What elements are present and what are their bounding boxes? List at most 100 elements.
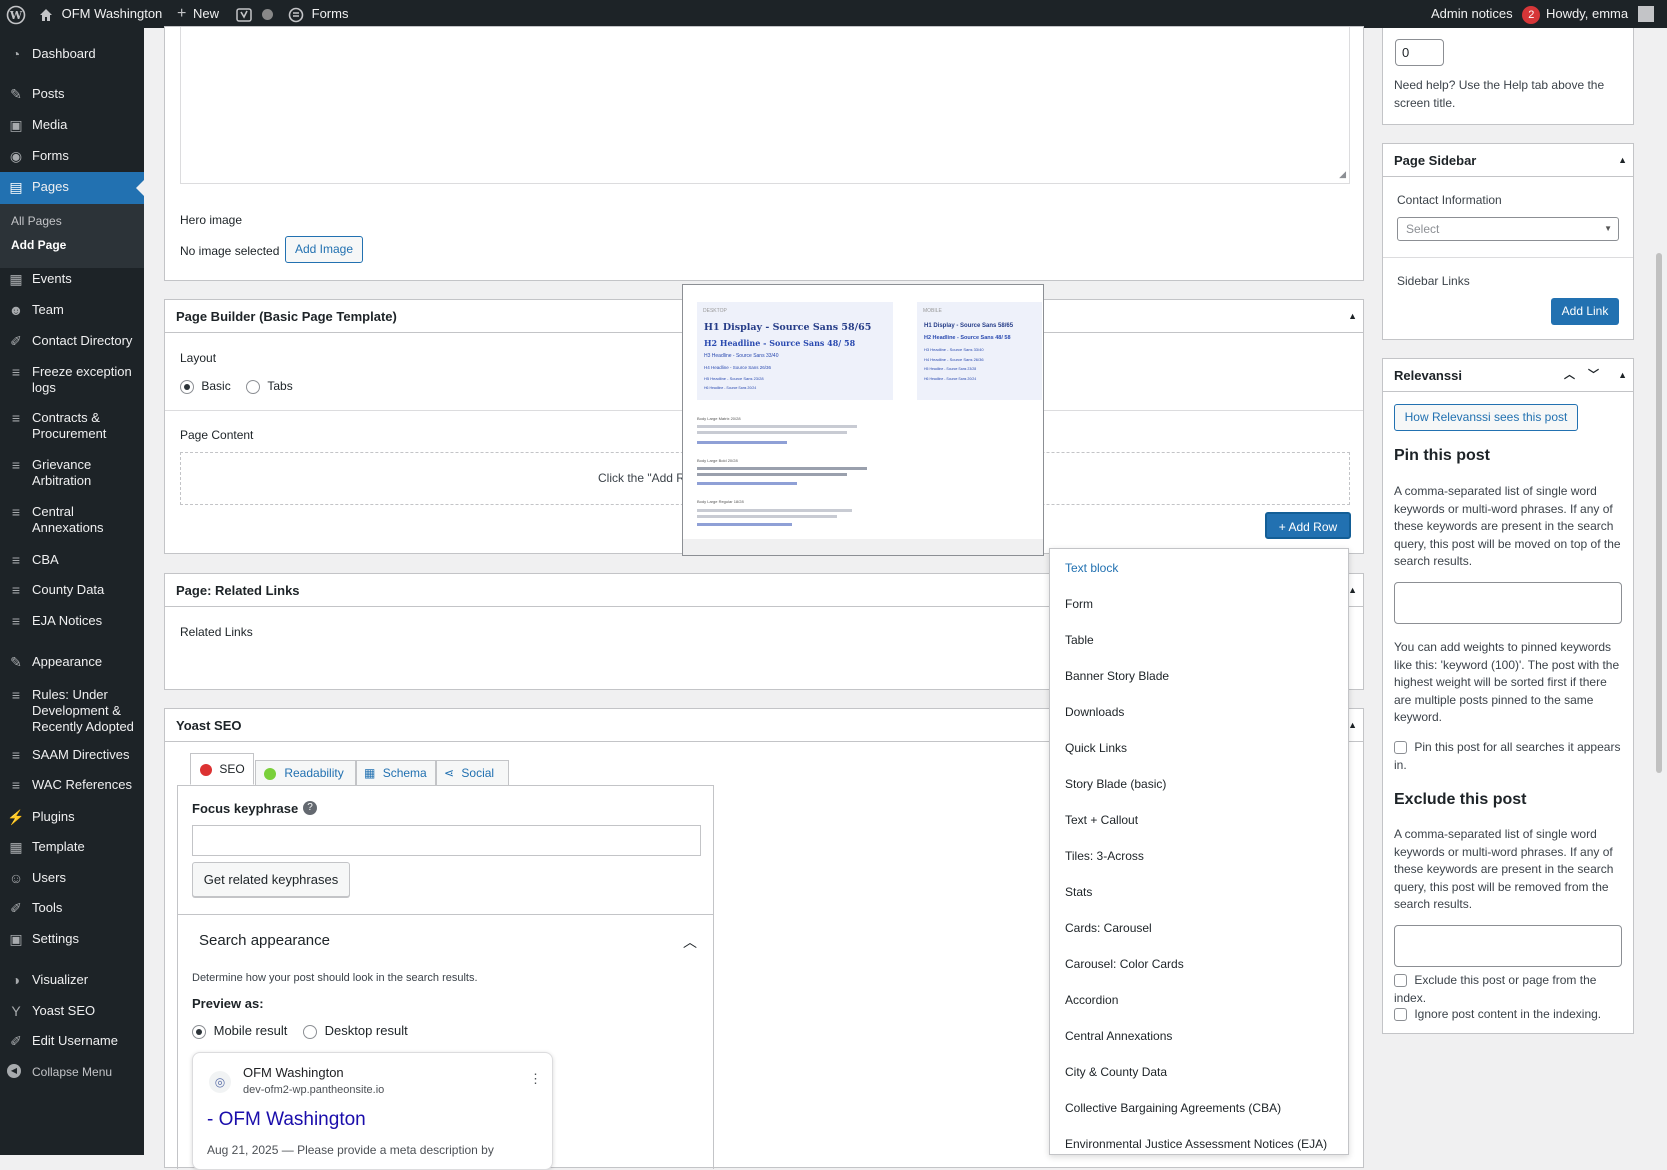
more-icon[interactable]: ⋮ — [529, 1071, 542, 1087]
weights-description: You can add weights to pinned keywords l… — [1394, 640, 1620, 724]
ignore-content-checkbox[interactable] — [1394, 1008, 1407, 1022]
collapse-arrow-icon[interactable]: ▲ — [1348, 300, 1357, 333]
row-preview-popup: DESKTOP H1 Display - Source Sans 58/65 H… — [682, 284, 1044, 556]
tab-social[interactable]: ⋖ Social — [436, 760, 509, 786]
mobile-result-option[interactable]: Mobile result — [192, 1023, 287, 1039]
forms-adminbar-link[interactable]: Forms — [288, 0, 348, 28]
seo-status-icon — [200, 763, 212, 776]
tab-schema[interactable]: ▦ Schema — [356, 760, 436, 786]
search-appearance-description: Determine how your post should look in t… — [192, 972, 478, 984]
preview-h4: H4 Headline - Source Sans 26/36 — [704, 365, 772, 370]
order-input[interactable]: 0 — [1395, 39, 1444, 66]
site-name-link[interactable]: OFM Washington — [38, 0, 162, 28]
row-type-option[interactable]: Story Blade (basic) — [1065, 777, 1166, 791]
search-appearance-heading[interactable]: Search appearance — [199, 932, 330, 949]
row-type-option[interactable]: Tiles: 3-Across — [1065, 849, 1144, 863]
editor-textarea[interactable]: ◢ — [180, 27, 1350, 184]
relevanssi-header[interactable]: Relevanssi ︿ ﹀ ▲ — [1383, 359, 1633, 392]
layout-tabs-option[interactable]: Tabs — [246, 379, 293, 394]
how-relevanssi-sees-button[interactable]: How Relevanssi sees this post — [1394, 404, 1578, 431]
wrench-icon: ✐ — [10, 900, 22, 916]
tab-seo[interactable]: SEO — [190, 753, 254, 785]
desktop-result-option[interactable]: Desktop result — [303, 1023, 408, 1039]
yoast-title: Yoast SEO — [176, 718, 242, 733]
row-type-option[interactable]: Carousel: Color Cards — [1065, 957, 1184, 971]
page-sidebar-header[interactable]: Page Sidebar ▲ — [1383, 144, 1633, 177]
menu-item-label: Edit Username — [32, 1033, 118, 1048]
admin-notices-link[interactable]: Admin notices 2 — [1431, 0, 1541, 28]
database-icon: ≡ — [11, 410, 21, 426]
row-type-option[interactable]: Environmental Justice Assessment Notices… — [1065, 1137, 1327, 1151]
menu-item-label: Dashboard — [32, 46, 96, 61]
collapse-arrow-icon[interactable]: ▲ — [1618, 359, 1627, 392]
move-up-icon[interactable]: ︿ — [1564, 359, 1575, 392]
focus-keyphrase-input[interactable] — [192, 825, 701, 856]
row-type-option[interactable]: Text block — [1065, 561, 1118, 575]
collapse-arrow-icon[interactable]: ▲ — [1348, 709, 1357, 742]
add-image-button[interactable]: Add Image — [285, 236, 363, 263]
scrollbar-thumb[interactable] — [1656, 253, 1662, 773]
tab-readability[interactable]: Readability — [255, 760, 356, 786]
menu-item-label: Grievance Arbitration — [32, 457, 92, 488]
add-link-button[interactable]: Add Link — [1551, 298, 1619, 325]
menu-item-pages[interactable]: ▤ Pages — [0, 172, 144, 204]
scrollbar-track[interactable] — [1651, 28, 1667, 1155]
pin-all-option[interactable]: Pin this post for all searches it appear… — [1394, 739, 1626, 774]
collapse-arrow-icon[interactable]: ▲ — [1618, 144, 1627, 177]
pin-keywords-textarea[interactable] — [1394, 582, 1622, 624]
menu-item-label: SAAM Directives — [32, 747, 130, 762]
notices-count-badge: 2 — [1522, 6, 1541, 24]
add-row-button[interactable]: + Add Row — [1265, 512, 1351, 539]
row-type-option[interactable]: Table — [1065, 633, 1094, 647]
wordpress-logo-icon[interactable]: W — [6, 0, 26, 28]
account-menu[interactable]: Howdy, emma — [1546, 0, 1654, 28]
preview-body-3: Body Large Regular 18/28 — [697, 499, 744, 504]
mobile-radio[interactable] — [192, 1024, 206, 1039]
row-type-option[interactable]: Stats — [1065, 885, 1092, 899]
exclude-post-description: A comma-separated list of single word ke… — [1394, 827, 1614, 911]
menu-item-label: Appearance — [32, 654, 103, 669]
globe-icon: ◎ — [209, 1071, 231, 1093]
ignore-content-option[interactable]: Ignore post content in the indexing. — [1394, 1006, 1626, 1024]
help-text: Need help? Use the Help tab above the sc… — [1394, 78, 1605, 110]
desktop-radio[interactable] — [303, 1024, 317, 1039]
exclude-index-option[interactable]: Exclude this post or page from the index… — [1394, 972, 1626, 1007]
row-type-option[interactable]: Form — [1065, 597, 1093, 611]
move-down-icon[interactable]: ﹀ — [1588, 359, 1599, 392]
serp-title[interactable]: - OFM Washington — [207, 1109, 366, 1131]
submenu-all-pages[interactable]: All Pages — [11, 214, 62, 228]
menu-item-label: Forms — [32, 148, 69, 163]
tabs-radio[interactable] — [246, 379, 260, 394]
help-icon[interactable]: ? — [303, 801, 317, 815]
pin-all-checkbox[interactable] — [1394, 741, 1407, 755]
pin-post-description: A comma-separated list of single word ke… — [1394, 484, 1621, 568]
preview-mobile-panel: MOBILE H1 Display - Source Sans 58/65 H2… — [917, 302, 1042, 400]
menu-item-label: Contracts & Procurement — [32, 410, 107, 441]
layout-basic-option[interactable]: Basic — [180, 379, 231, 394]
row-type-option[interactable]: City & County Data — [1065, 1065, 1167, 1079]
row-type-option[interactable]: Text + Callout — [1065, 813, 1138, 827]
row-type-option[interactable]: Downloads — [1065, 705, 1124, 719]
row-type-option[interactable]: Banner Story Blade — [1065, 669, 1169, 683]
row-type-option[interactable]: Quick Links — [1065, 741, 1127, 755]
new-content-link[interactable]: + New — [177, 0, 219, 28]
home-icon — [40, 8, 52, 21]
page-content-label: Page Content — [180, 428, 254, 442]
preview-m3: H3 Headline - Source Sans 33/40 — [924, 347, 984, 352]
contact-select[interactable]: Select ▼ — [1397, 217, 1619, 241]
row-type-option[interactable]: Accordion — [1065, 993, 1118, 1007]
preview-desktop-panel: DESKTOP H1 Display - Source Sans 58/65 H… — [697, 302, 893, 400]
row-type-option[interactable]: Collective Bargaining Agreements (CBA) — [1065, 1101, 1281, 1115]
resize-handle-icon[interactable]: ◢ — [1339, 169, 1346, 180]
row-type-option[interactable]: Central Annexations — [1065, 1029, 1172, 1043]
collapse-arrow-icon[interactable]: ▲ — [1348, 574, 1357, 607]
yoast-adminbar-icon[interactable] — [236, 0, 252, 28]
chevron-up-icon[interactable]: ︿ — [683, 932, 697, 952]
row-type-option[interactable]: Cards: Carousel — [1065, 921, 1152, 935]
contact-select-value: Select — [1406, 222, 1440, 236]
submenu-add-page[interactable]: Add Page — [11, 238, 66, 252]
basic-radio[interactable] — [180, 379, 194, 394]
exclude-keywords-textarea[interactable] — [1394, 925, 1622, 967]
exclude-index-checkbox[interactable] — [1394, 974, 1407, 988]
get-related-keyphrases-button[interactable]: Get related keyphrases — [192, 862, 350, 897]
